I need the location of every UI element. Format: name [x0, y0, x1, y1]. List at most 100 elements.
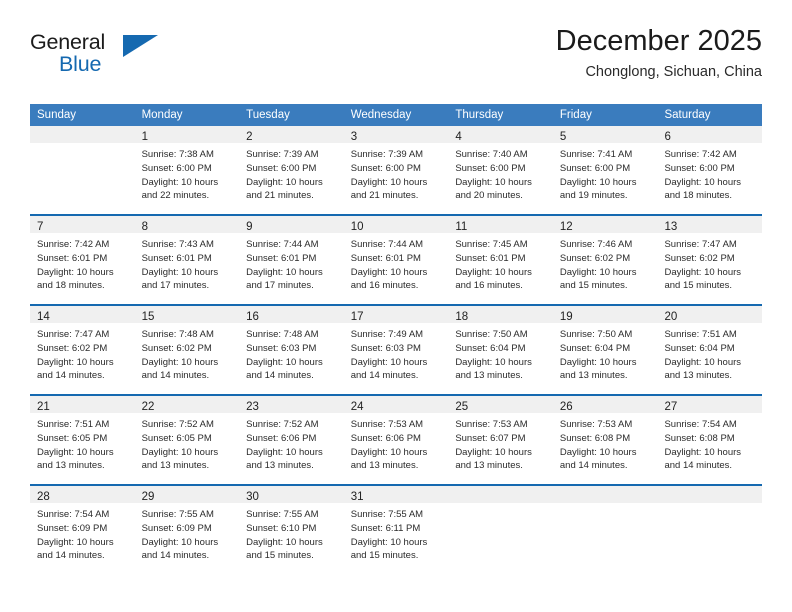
- day-detail-line: and 17 minutes.: [141, 280, 210, 292]
- day-detail-line: and 13 minutes.: [559, 370, 628, 382]
- day-details: Sunrise: 7:55 AM Sunset: 6:11 PM Daylight:…: [344, 503, 449, 574]
- calendar-day-cell[interactable]: 9 Sunrise: 7:44 AM Sunset: 6:01 PM Daylight…: [239, 216, 344, 305]
- day-of-week-header-monday: Monday: [141, 109, 183, 121]
- day-of-week-header-sunday: Sunday: [37, 109, 77, 121]
- calendar-day-cell[interactable]: 8 Sunrise: 7:43 AM Sunset: 6:01 PM Daylight…: [134, 216, 240, 305]
- calendar-day-cell[interactable]: 30 Sunrise: 7:55 AM Sunset: 6:10 PM Dayligh…: [239, 486, 344, 575]
- calendar-day-cell[interactable]: 11 Sunrise: 7:45 AM Sunset: 6:01 PM Dayligh…: [448, 216, 553, 305]
- day-detail-line: Daylight: 10 hours: [664, 446, 742, 458]
- day-detail-line: Sunset: 6:10 PM: [246, 522, 317, 534]
- calendar-day-cell[interactable]: 25 Sunrise: 7:53 AM Sunset: 6:07 PM Dayligh…: [448, 396, 553, 485]
- day-number-band: 10: [343, 216, 449, 234]
- day-detail-line: Daylight: 10 hours: [559, 446, 637, 458]
- day-details: [448, 503, 553, 574]
- day-detail-line: Sunrise: 7:55 AM: [141, 509, 214, 521]
- calendar-day-cell[interactable]: 2 Sunrise: 7:39 AM Sunset: 6:00 PM Daylight…: [239, 126, 344, 215]
- day-number: 17: [350, 311, 364, 324]
- day-number: 27: [664, 401, 678, 414]
- calendar-day-cell[interactable]: 24 Sunrise: 7:53 AM Sunset: 6:06 PM Dayligh…: [343, 396, 449, 485]
- day-number-band: 9: [239, 216, 344, 234]
- day-details: Sunrise: 7:53 AM Sunset: 6:06 PM Daylight:…: [344, 413, 449, 484]
- day-detail-line: Sunset: 6:02 PM: [141, 342, 212, 354]
- day-detail-line: and 22 minutes.: [141, 190, 210, 202]
- day-detail-line: Daylight: 10 hours: [559, 356, 637, 368]
- calendar-week-row: 21 Sunrise: 7:51 AM Sunset: 6:05 PM Dayligh…: [30, 394, 763, 485]
- day-detail-line: Sunset: 6:00 PM: [350, 162, 421, 174]
- calendar-day-cell[interactable]: 27 Sunrise: 7:54 AM Sunset: 6:08 PM Dayligh…: [657, 396, 763, 485]
- calendar-day-cell[interactable]: 28 Sunrise: 7:54 AM Sunset: 6:09 PM Dayligh…: [30, 486, 135, 575]
- calendar-day-cell[interactable]: 13 Sunrise: 7:47 AM Sunset: 6:02 PM Dayligh…: [657, 216, 763, 305]
- day-details: Sunrise: 7:47 AM Sunset: 6:02 PM Daylight:…: [30, 323, 135, 394]
- calendar-day-cell[interactable]: 17 Sunrise: 7:49 AM Sunset: 6:03 PM Dayligh…: [343, 306, 449, 395]
- calendar-day-cell[interactable]: 6 Sunrise: 7:42 AM Sunset: 6:00 PM Daylight…: [657, 126, 763, 215]
- day-number: 22: [141, 401, 155, 414]
- calendar-day-cell[interactable]: 18 Sunrise: 7:50 AM Sunset: 6:04 PM Dayligh…: [448, 306, 553, 395]
- day-detail-line: Sunrise: 7:42 AM: [37, 239, 110, 251]
- calendar-day-cell[interactable]: 15 Sunrise: 7:48 AM Sunset: 6:02 PM Dayligh…: [134, 306, 240, 395]
- calendar-day-cell[interactable]: 4 Sunrise: 7:40 AM Sunset: 6:00 PM Daylight…: [448, 126, 553, 215]
- day-detail-line: Sunrise: 7:44 AM: [350, 239, 424, 251]
- day-number-band: 17: [343, 306, 449, 324]
- day-detail-line: Sunset: 6:06 PM: [246, 432, 317, 444]
- day-details: [657, 503, 762, 574]
- day-details: Sunrise: 7:49 AM Sunset: 6:03 PM Daylight:…: [344, 323, 449, 394]
- day-detail-line: and 14 minutes.: [246, 370, 314, 382]
- day-detail-line: Sunrise: 7:51 AM: [37, 419, 110, 431]
- calendar-day-cell[interactable]: 16 Sunrise: 7:48 AM Sunset: 6:03 PM Dayligh…: [239, 306, 344, 395]
- day-detail-line: Sunrise: 7:46 AM: [559, 239, 633, 251]
- day-number-band: 3: [343, 126, 449, 144]
- calendar-day-cell[interactable]: 20 Sunrise: 7:51 AM Sunset: 6:04 PM Dayligh…: [657, 306, 763, 395]
- day-number-band: 16: [239, 306, 344, 324]
- day-number: 3: [350, 131, 358, 144]
- day-of-week-header-wednesday: Wednesday: [350, 109, 412, 121]
- day-detail-line: Sunset: 6:00 PM: [246, 162, 317, 174]
- day-detail-line: Daylight: 10 hours: [664, 266, 742, 278]
- calendar-day-cell-empty: [448, 486, 553, 575]
- calendar-day-cell[interactable]: 7 Sunrise: 7:42 AM Sunset: 6:01 PM Daylight…: [30, 216, 135, 305]
- calendar-day-cell[interactable]: 14 Sunrise: 7:47 AM Sunset: 6:02 PM Dayligh…: [30, 306, 135, 395]
- calendar-day-cell[interactable]: 12 Sunrise: 7:46 AM Sunset: 6:02 PM Dayligh…: [552, 216, 658, 305]
- day-detail-line: and 14 minutes.: [37, 370, 105, 382]
- day-detail-line: and 15 minutes.: [664, 280, 733, 292]
- calendar-week-row: 28 Sunrise: 7:54 AM Sunset: 6:09 PM Dayligh…: [30, 484, 763, 575]
- calendar-day-cell[interactable]: 21 Sunrise: 7:51 AM Sunset: 6:05 PM Dayligh…: [30, 396, 135, 485]
- day-number: 16: [246, 311, 259, 324]
- day-detail-line: and 13 minutes.: [246, 460, 314, 472]
- calendar-day-cell[interactable]: 29 Sunrise: 7:55 AM Sunset: 6:09 PM Dayligh…: [134, 486, 240, 575]
- day-detail-line: Daylight: 10 hours: [141, 176, 219, 188]
- day-detail-line: and 13 minutes.: [141, 460, 210, 472]
- day-detail-line: Daylight: 10 hours: [246, 356, 323, 368]
- day-number-band: 25: [448, 396, 553, 414]
- calendar-day-cell[interactable]: 31 Sunrise: 7:55 AM Sunset: 6:11 PM Dayligh…: [343, 486, 449, 575]
- calendar-day-cell[interactable]: 22 Sunrise: 7:52 AM Sunset: 6:05 PM Dayligh…: [134, 396, 240, 485]
- calendar-day-cell[interactable]: 5 Sunrise: 7:41 AM Sunset: 6:00 PM Daylight…: [552, 126, 658, 215]
- day-number: 1: [141, 131, 148, 144]
- day-detail-line: and 19 minutes.: [559, 190, 628, 202]
- calendar-day-cell[interactable]: 10 Sunrise: 7:44 AM Sunset: 6:01 PM Dayligh…: [343, 216, 449, 305]
- day-number-band: 29: [134, 486, 240, 504]
- day-detail-line: and 15 minutes.: [246, 550, 314, 562]
- day-number-band: 12: [552, 216, 658, 234]
- calendar-day-cell[interactable]: 3 Sunrise: 7:39 AM Sunset: 6:00 PM Daylight…: [343, 126, 449, 215]
- day-detail-line: Sunset: 6:09 PM: [37, 522, 108, 534]
- day-number: 10: [350, 221, 364, 234]
- calendar-week-row: 14 Sunrise: 7:47 AM Sunset: 6:02 PM Dayligh…: [30, 304, 763, 395]
- day-number-band: 5: [552, 126, 658, 144]
- day-detail-line: Sunrise: 7:52 AM: [141, 419, 214, 431]
- day-details: Sunrise: 7:51 AM Sunset: 6:05 PM Daylight:…: [30, 413, 135, 484]
- calendar-day-cell-empty: [552, 486, 658, 575]
- day-detail-line: Daylight: 10 hours: [246, 446, 323, 458]
- calendar-day-cell[interactable]: 26 Sunrise: 7:53 AM Sunset: 6:08 PM Dayligh…: [552, 396, 658, 485]
- day-detail-line: Daylight: 10 hours: [350, 176, 428, 188]
- day-details: Sunrise: 7:38 AM Sunset: 6:00 PM Daylight:…: [135, 143, 240, 214]
- day-detail-line: and 16 minutes.: [455, 280, 523, 292]
- calendar-day-cell[interactable]: 1 Sunrise: 7:38 AM Sunset: 6:00 PM Daylight…: [134, 126, 240, 215]
- day-number: 6: [664, 131, 671, 144]
- day-detail-line: Daylight: 10 hours: [455, 446, 532, 458]
- day-detail-line: Sunset: 6:03 PM: [350, 342, 421, 354]
- calendar-day-cell[interactable]: 23 Sunrise: 7:52 AM Sunset: 6:06 PM Dayligh…: [239, 396, 344, 485]
- day-detail-line: Sunrise: 7:55 AM: [350, 509, 424, 521]
- day-number-band: 19: [552, 306, 658, 324]
- calendar-day-cell[interactable]: 19 Sunrise: 7:50 AM Sunset: 6:04 PM Dayligh…: [552, 306, 658, 395]
- day-detail-line: Daylight: 10 hours: [37, 266, 114, 278]
